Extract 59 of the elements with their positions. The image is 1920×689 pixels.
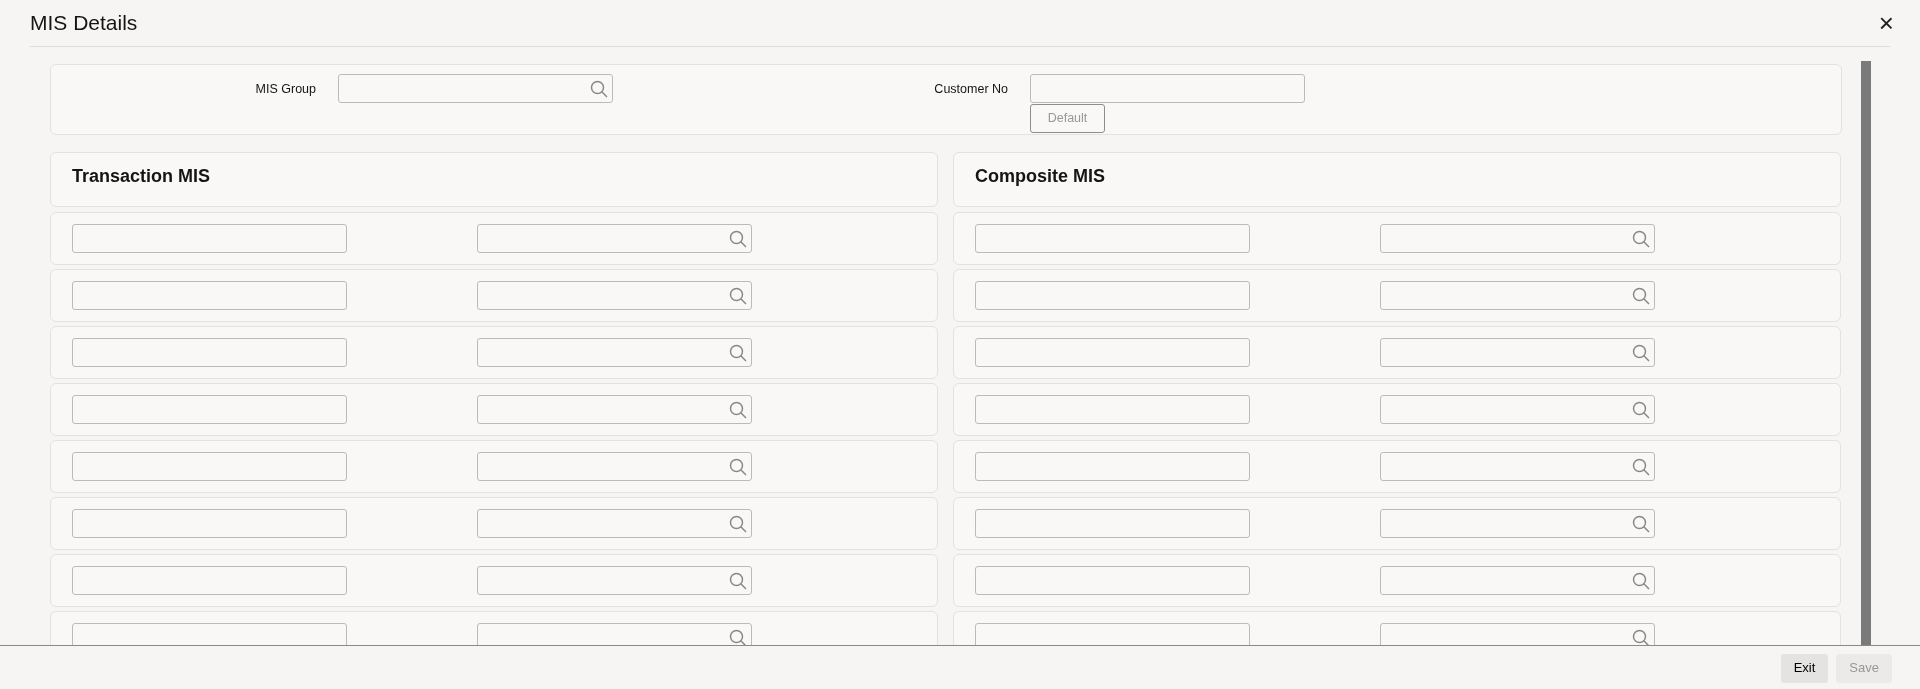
field-label: MIS Group: [254, 81, 317, 98]
input-field[interactable]: [975, 509, 1250, 538]
input-field[interactable]: [975, 623, 1250, 645]
lookup-field[interactable]: [1380, 281, 1655, 310]
lookup-field[interactable]: [477, 281, 752, 310]
lookup-field[interactable]: [477, 623, 752, 645]
search-icon[interactable]: [729, 286, 747, 305]
input-field[interactable]: [72, 224, 347, 253]
search-icon[interactable]: [729, 343, 747, 362]
search-icon[interactable]: [1632, 514, 1650, 533]
input-field[interactable]: [72, 395, 347, 424]
input-field[interactable]: [72, 281, 347, 310]
lookup-field[interactable]: [1380, 395, 1655, 424]
input-field[interactable]: [72, 566, 347, 595]
input-field[interactable]: [1030, 74, 1305, 103]
lookup-field[interactable]: [1380, 224, 1655, 253]
search-icon[interactable]: [1632, 571, 1650, 590]
input-field[interactable]: [975, 338, 1250, 367]
lookup-field[interactable]: [1380, 338, 1655, 367]
input-field[interactable]: [975, 224, 1250, 253]
input-field[interactable]: [72, 623, 347, 645]
search-icon[interactable]: [1632, 400, 1650, 419]
input-field[interactable]: [72, 452, 347, 481]
input-field[interactable]: [975, 281, 1250, 310]
input-field[interactable]: [975, 395, 1250, 424]
search-icon[interactable]: [729, 628, 747, 645]
search-icon[interactable]: [729, 457, 747, 476]
input-field[interactable]: [72, 338, 347, 367]
search-icon[interactable]: [729, 514, 747, 533]
search-icon[interactable]: [590, 79, 608, 98]
lookup-field[interactable]: [477, 224, 752, 253]
lookup-field[interactable]: [477, 395, 752, 424]
section-title: Transaction MIS: [50, 152, 938, 207]
section-title: Composite MIS: [953, 152, 1841, 207]
scrollbar[interactable]: [1861, 61, 1871, 645]
search-icon[interactable]: [1632, 229, 1650, 248]
search-icon[interactable]: [1632, 628, 1650, 645]
search-icon[interactable]: [1632, 343, 1650, 362]
lookup-field[interactable]: [477, 509, 752, 538]
search-icon[interactable]: [729, 571, 747, 590]
search-icon[interactable]: [1632, 457, 1650, 476]
input-field[interactable]: [975, 566, 1250, 595]
lookup-field[interactable]: [477, 566, 752, 595]
lookup-field[interactable]: [477, 452, 752, 481]
lookup-field[interactable]: [338, 74, 613, 103]
search-icon[interactable]: [1632, 286, 1650, 305]
input-field[interactable]: [72, 509, 347, 538]
lookup-field[interactable]: [1380, 452, 1655, 481]
lookup-field[interactable]: [1380, 566, 1655, 595]
input-field[interactable]: [975, 452, 1250, 481]
field-label: Customer No: [933, 81, 1009, 98]
search-icon[interactable]: [729, 400, 747, 419]
footer-button[interactable]: Exit: [1780, 653, 1829, 683]
window-title: MIS Details: [30, 10, 138, 37]
lookup-field[interactable]: [1380, 509, 1655, 538]
lookup-field[interactable]: [1380, 623, 1655, 645]
search-icon[interactable]: [729, 229, 747, 248]
close-button[interactable]: ×: [1872, 10, 1900, 36]
lookup-field[interactable]: [477, 338, 752, 367]
